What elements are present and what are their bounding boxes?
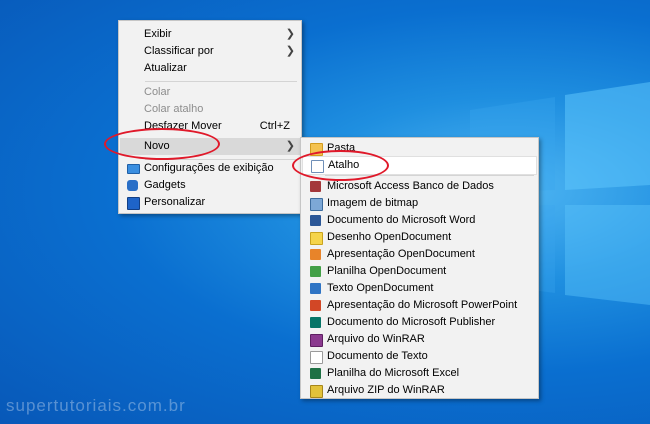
menu-item-exibir[interactable]: Exibir ❯: [120, 26, 300, 43]
highlight-ring-novo: [104, 128, 220, 160]
submenu-item-word[interactable]: Documento do Microsoft Word: [302, 212, 537, 229]
gadgets-icon: [127, 180, 138, 191]
powerpoint-icon: [310, 300, 321, 311]
bitmap-icon: [310, 198, 323, 211]
odg-icon: [310, 232, 323, 245]
menu-item-atualizar[interactable]: Atualizar: [120, 60, 300, 77]
chevron-right-icon: ❯: [285, 45, 295, 57]
text-document-icon: [310, 351, 323, 364]
menu-separator: [145, 81, 297, 82]
submenu-item-documento-texto[interactable]: Documento de Texto: [302, 348, 537, 365]
submenu-item-apresentacao-opendocument[interactable]: Apresentação OpenDocument: [302, 246, 537, 263]
menu-item-colar[interactable]: Colar: [120, 84, 300, 101]
submenu-item-bitmap[interactable]: Imagem de bitmap: [302, 195, 537, 212]
display-icon: [127, 164, 140, 174]
access-icon: [310, 181, 321, 192]
winrar-icon: [310, 334, 323, 347]
odt-icon: [310, 283, 321, 294]
submenu-item-winrar-zip[interactable]: Arquivo ZIP do WinRAR: [302, 382, 537, 399]
menu-item-gadgets[interactable]: Gadgets: [120, 177, 300, 194]
menu-item-personalizar[interactable]: Personalizar: [120, 194, 300, 211]
menu-item-configuracoes-exibicao[interactable]: Configurações de exibição: [120, 160, 300, 177]
submenu-item-desenho-opendocument[interactable]: Desenho OpenDocument: [302, 229, 537, 246]
desktop-context-menu: Exibir ❯ Classificar por ❯ Atualizar Col…: [118, 20, 302, 214]
submenu-item-excel[interactable]: Planilha do Microsoft Excel: [302, 365, 537, 382]
submenu-item-publisher[interactable]: Documento do Microsoft Publisher: [302, 314, 537, 331]
submenu-item-planilha-opendocument[interactable]: Planilha OpenDocument: [302, 263, 537, 280]
excel-icon: [310, 368, 321, 379]
chevron-right-icon: ❯: [285, 140, 295, 152]
personalize-icon: [127, 197, 140, 210]
odp-icon: [310, 249, 321, 260]
highlight-ring-atalho: [292, 150, 389, 181]
chevron-right-icon: ❯: [285, 28, 295, 40]
menu-item-colar-atalho[interactable]: Colar atalho: [120, 101, 300, 118]
ods-icon: [310, 266, 321, 277]
watermark: supertutoriais.com.br: [6, 396, 186, 415]
winrar-zip-icon: [310, 385, 323, 398]
submenu-item-texto-opendocument[interactable]: Texto OpenDocument: [302, 280, 537, 297]
submenu-item-winrar[interactable]: Arquivo do WinRAR: [302, 331, 537, 348]
menu-item-classificar-por[interactable]: Classificar por ❯: [120, 43, 300, 60]
submenu-item-powerpoint[interactable]: Apresentação do Microsoft PowerPoint: [302, 297, 537, 314]
publisher-icon: [310, 317, 321, 328]
word-icon: [310, 215, 321, 226]
